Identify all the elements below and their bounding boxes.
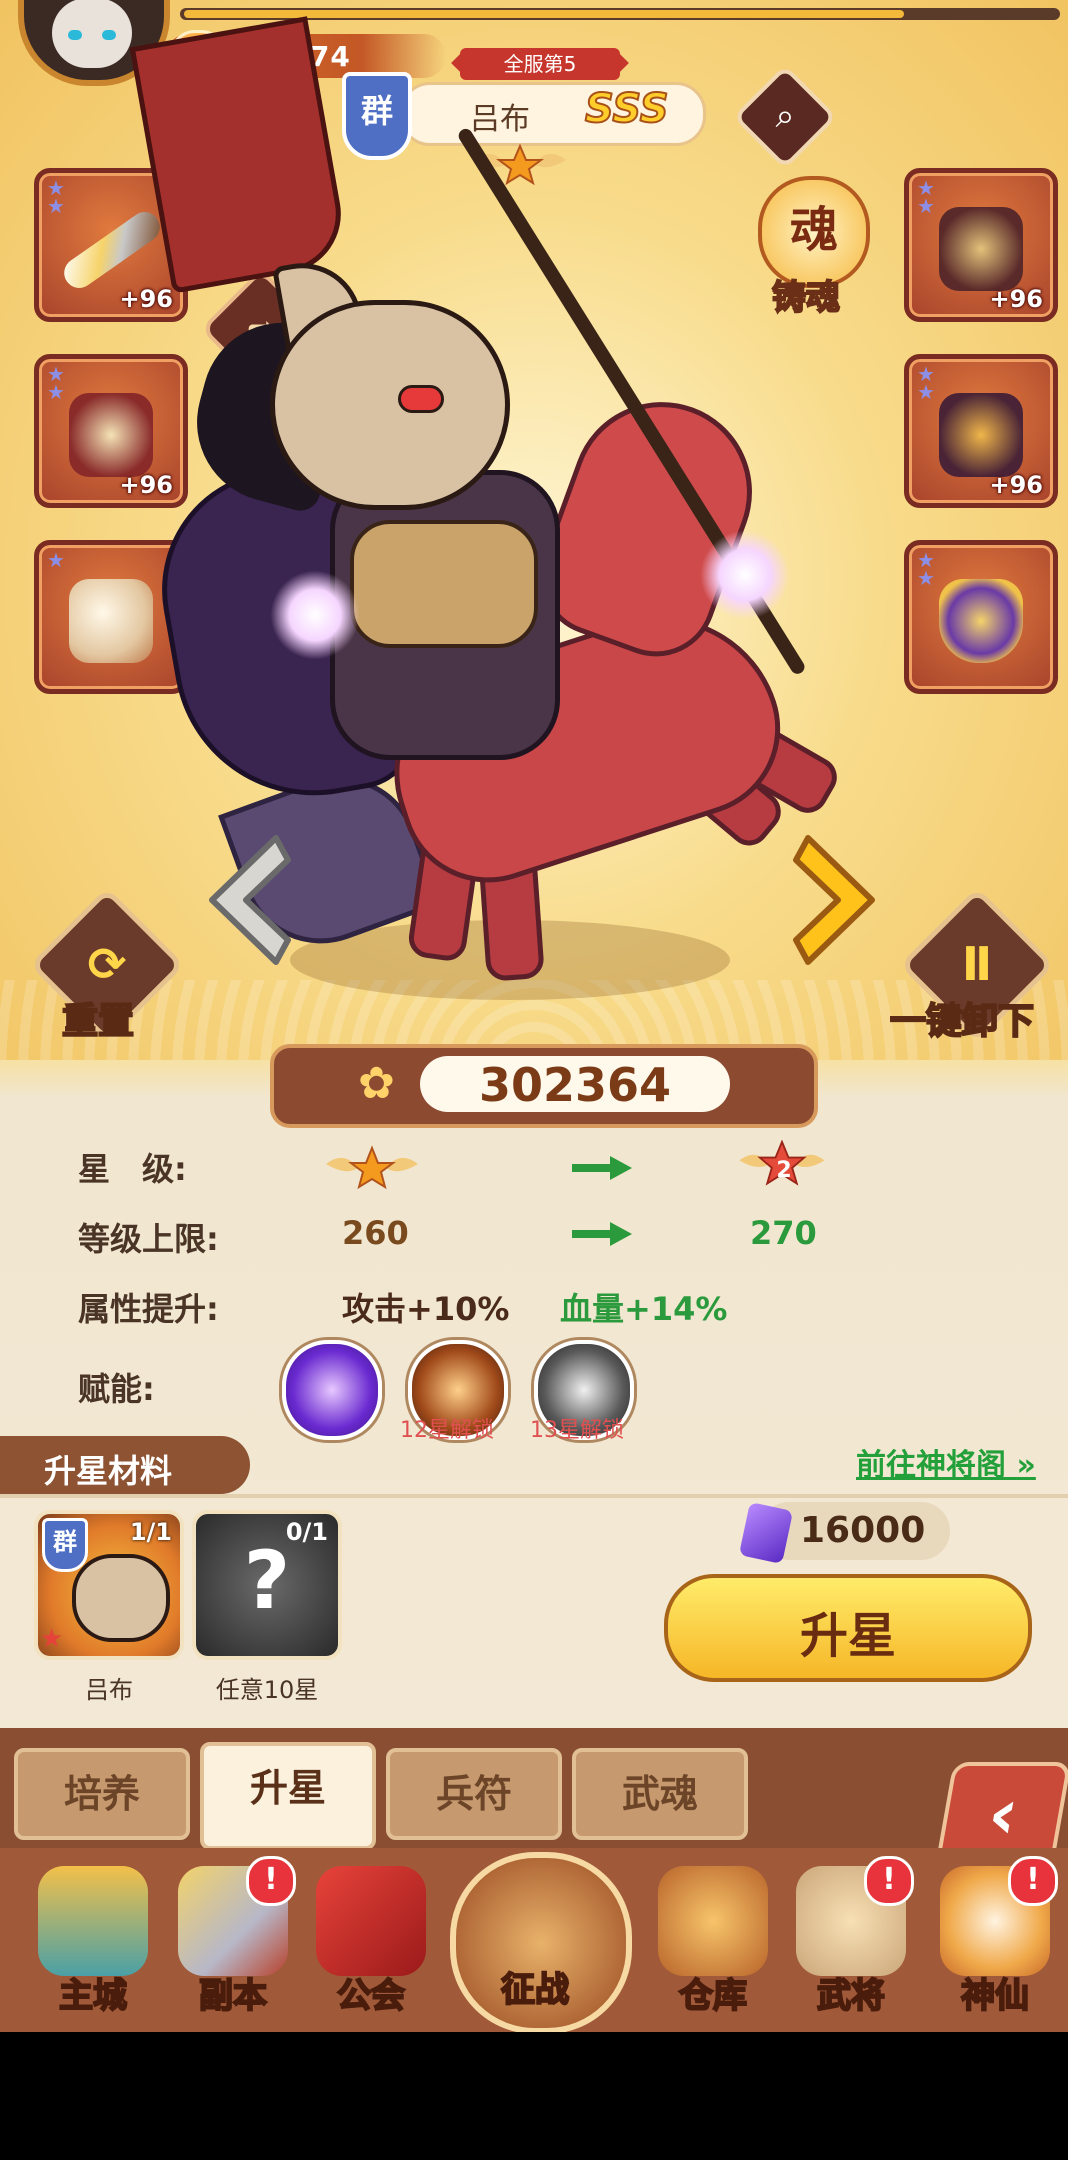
nav-immortals[interactable]: ! 神仙 — [930, 1856, 1060, 2026]
arrow-right-icon — [572, 1222, 632, 1246]
star-icon: ★ — [40, 1624, 64, 1654]
slot-level: +96 — [989, 471, 1043, 499]
nav-main-city[interactable]: 主城 — [28, 1856, 158, 2026]
hero-head-art — [270, 300, 510, 510]
castle-icon — [38, 1866, 148, 1976]
faction-badge: 群 — [42, 1518, 88, 1572]
hero-grade: SSS — [584, 85, 670, 133]
nav-guild[interactable]: 公会 — [306, 1856, 436, 2026]
alert-badge: ! — [864, 1856, 914, 1906]
sword-icon — [58, 206, 166, 294]
armor-icon — [939, 207, 1023, 291]
talent-skill-icon[interactable] — [282, 1340, 382, 1440]
question-mark-icon: ? — [243, 1534, 291, 1627]
star-up-button[interactable]: 升星 — [664, 1574, 1032, 1682]
alert-badge: ! — [1008, 1856, 1058, 1906]
search-icon: ⌕ — [775, 96, 795, 136]
hero-eye-art — [398, 385, 444, 413]
slot-level: +96 — [119, 471, 173, 499]
nav-label: 副本 — [198, 1975, 268, 2017]
equip-slot-token[interactable]: ★ ★ — [904, 540, 1058, 694]
talent-lock-12: 12星解锁 — [400, 1418, 494, 1443]
paw-sparkle-art — [700, 530, 790, 620]
boots-icon — [939, 393, 1023, 477]
faction-badge: 群 — [342, 72, 412, 160]
slot-star-icons: ★ ★ — [47, 176, 65, 218]
treasure-bag-icon — [658, 1866, 768, 1976]
server-rank-tag: 全服第5 — [460, 48, 620, 80]
star-level-label: 星 级: — [78, 1150, 187, 1188]
attack-boost: 攻击+10% — [342, 1290, 510, 1328]
material-label-any: 任意10星 — [215, 1676, 319, 1704]
talent-lock-13: 13星解锁 — [530, 1418, 624, 1443]
nav-label: 征战 — [500, 1969, 570, 2011]
nav-generals[interactable]: ! 武将 — [786, 1856, 916, 2026]
previous-hero-arrow-icon[interactable] — [196, 830, 292, 970]
goto-shrine-text: 前往神将阁 — [856, 1448, 1006, 1483]
hp-boost: 血量+14% — [560, 1290, 728, 1328]
talent-label: 赋能: — [78, 1370, 155, 1408]
material-label-hero: 吕布 — [85, 1676, 133, 1704]
tab-cultivate[interactable]: 培养 — [14, 1748, 190, 1840]
slot-star-icons: ★ ★ — [917, 176, 935, 218]
paw-sparkle-art — [270, 570, 360, 660]
alert-badge: ! — [246, 1856, 296, 1906]
hero-name: 吕布 — [470, 102, 530, 137]
slot-star-icons: ★ — [47, 548, 65, 572]
slot-star-icons: ★ ★ — [917, 548, 935, 590]
material-card-any[interactable]: 0/1 ? — [192, 1510, 342, 1660]
divider — [0, 1494, 1068, 1498]
level-cap-next: 270 — [750, 1214, 817, 1252]
current-star-icon — [326, 1145, 418, 1190]
chevron-left-icon: ‹ — [981, 1773, 1026, 1855]
slot-level: +96 — [119, 285, 173, 313]
level-cap-current: 260 — [342, 1214, 409, 1252]
mount-statue-icon — [69, 579, 153, 663]
nav-label: 主城 — [58, 1975, 128, 2017]
level-cap-label: 等级上限: — [78, 1220, 219, 1258]
attribute-boost-label: 属性提升: — [78, 1290, 219, 1328]
hero-armor-art — [350, 520, 538, 648]
paw-icon: ✿ — [358, 1058, 395, 1109]
slot-star-icons: ★ ★ — [917, 362, 935, 404]
nav-label: 公会 — [336, 1975, 406, 2017]
helmet-icon — [69, 393, 153, 477]
nav-dungeon[interactable]: ! 副本 — [168, 1856, 298, 2026]
material-card-hero[interactable]: 群 1/1 ★ — [34, 1510, 184, 1660]
nav-warehouse[interactable]: 仓库 — [648, 1856, 778, 2026]
arrow-right-icon — [572, 1156, 632, 1180]
reset-label: 重置 — [61, 1000, 135, 1043]
star-up-label: 升星 — [799, 1608, 896, 1664]
equip-slot-helmet[interactable]: ★ ★ +96 — [34, 354, 188, 508]
goto-shrine-link[interactable]: 前往神将阁 » — [856, 1440, 1036, 1484]
materials-header: 升星材料 — [0, 1436, 250, 1494]
forge-soul-icon: 魂 — [789, 202, 838, 258]
equip-slot-armor[interactable]: ★ ★ +96 — [904, 168, 1058, 322]
hero-star-up-screen: ✿ 867274 全服第5 群 吕布 SSS ⌕ ★★ +96 ★★ +96 ★… — [0, 0, 1068, 2032]
guild-flag-icon — [316, 1866, 426, 1976]
nav-campaign[interactable]: 征战 — [450, 1822, 632, 2032]
next-star-number: 2 — [776, 1158, 792, 1183]
material-count: 1/1 — [129, 1518, 172, 1546]
nav-label: 神仙 — [960, 1975, 1030, 2017]
next-hero-arrow-icon[interactable] — [792, 830, 888, 970]
slot-star-icons: ★ ★ — [47, 362, 65, 404]
server-rank-text: 全服第5 — [503, 52, 577, 76]
cost-value: 16000 — [800, 1510, 926, 1551]
nav-label: 武将 — [816, 1975, 886, 2017]
unequip-all-label: 一键卸下 — [889, 1000, 1035, 1043]
materials-title: 升星材料 — [44, 1452, 173, 1490]
slot-level: +96 — [989, 285, 1043, 313]
hero-portrait-icon — [72, 1554, 170, 1642]
double-chevron-icon: » — [1016, 1448, 1036, 1483]
nav-label: 仓库 — [678, 1975, 748, 2017]
tab-star-up[interactable]: 升星 — [200, 1742, 376, 1850]
combat-power-value: 302364 — [478, 1058, 672, 1112]
forge-soul-label: 铸魂 — [771, 277, 841, 319]
top-progress-fill — [184, 10, 904, 18]
token-icon — [939, 579, 1023, 663]
equip-slot-boots[interactable]: ★ ★ +96 — [904, 354, 1058, 508]
